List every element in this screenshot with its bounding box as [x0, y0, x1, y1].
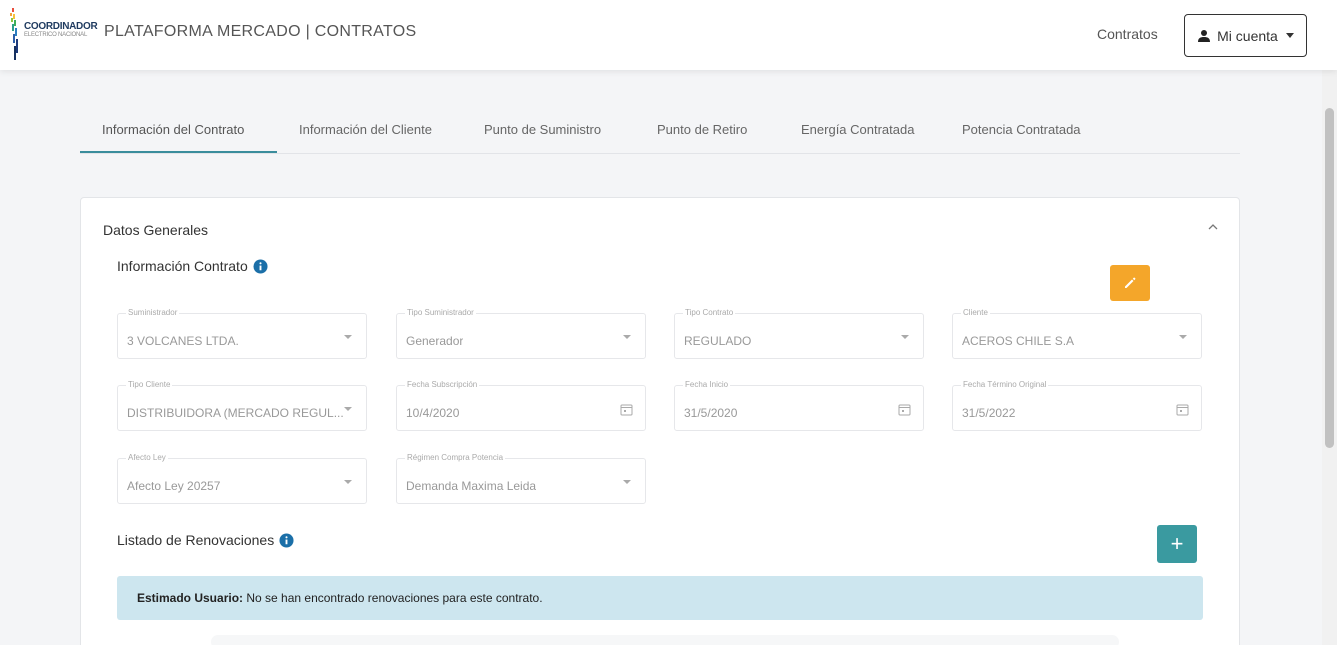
fecha-inicio-field[interactable]: Fecha Inicio 31/5/2020 [674, 380, 924, 431]
field-value: DISTRIBUIDORA (MERCADO REGUL... [127, 406, 344, 420]
logo-wordmark: COORDINADOR [24, 21, 98, 32]
no-renovaciones-alert: Estimado Usuario: No se han encontrado r… [117, 576, 1203, 620]
tab-energia-contratada[interactable]: Energía Contratada [801, 122, 914, 137]
field-value: 10/4/2020 [406, 406, 460, 420]
account-label: Mi cuenta [1217, 27, 1278, 44]
caret-down-icon [1179, 335, 1187, 339]
tab-punto-retiro[interactable]: Punto de Retiro [657, 122, 747, 137]
tipo-contrato-select[interactable]: Tipo Contrato REGULADO [674, 308, 924, 359]
card-title: Datos Generales [103, 222, 209, 238]
app-title: PLATAFORMA MERCADO | CONTRATOS [104, 23, 417, 40]
field-value: REGULADO [684, 334, 752, 348]
datos-generales-card: Datos Generales Información Contrato Sum… [80, 197, 1240, 645]
tab-informacion-cliente[interactable]: Información del Cliente [299, 122, 432, 137]
field-value: 31/5/2020 [684, 406, 738, 420]
caret-down-icon [623, 480, 631, 484]
caret-down-icon [623, 335, 631, 339]
calendar-icon[interactable] [1176, 403, 1189, 416]
field-label: Tipo Suministrador [405, 308, 476, 317]
calendar-icon[interactable] [898, 403, 911, 416]
fecha-subscripcion-field[interactable]: Fecha Subscripción 10/4/2020 [396, 380, 646, 431]
tab-punto-suministro[interactable]: Punto de Suministro [484, 122, 601, 137]
caret-down-icon [344, 480, 352, 484]
field-label: Afecto Ley [126, 453, 168, 462]
alert-text: No se han encontrado renovaciones para e… [243, 591, 543, 605]
fecha-termino-original-field[interactable]: Fecha Término Original 31/5/2022 [952, 380, 1202, 431]
info-icon[interactable] [279, 532, 294, 548]
field-label: Cliente [961, 308, 990, 317]
top-navbar: COORDINADOR ELECTRICO NACIONAL PLATAFORM… [0, 0, 1337, 70]
field-value: 31/5/2022 [962, 406, 1016, 420]
section-title-text: Listado de Renovaciones [117, 532, 275, 548]
caret-down-icon [344, 335, 352, 339]
field-label: Régimen Compra Potencia [405, 453, 506, 462]
caret-down-icon [1285, 33, 1294, 38]
field-label: Suministrador [126, 308, 180, 317]
field-label: Tipo Contrato [683, 308, 736, 317]
field-label: Tipo Cliente [126, 380, 173, 389]
nav-link-contratos[interactable]: Contratos [1097, 26, 1158, 42]
suministrador-select[interactable]: Suministrador 3 VOLCANES LTDA. [117, 308, 367, 359]
field-value: Demanda Maxima Leida [406, 479, 537, 493]
afecto-ley-select[interactable]: Afecto Ley Afecto Ley 20257 [117, 453, 367, 504]
caret-down-icon [901, 335, 909, 339]
scrollbar-thumb[interactable] [1325, 108, 1334, 448]
regimen-compra-potencia-select[interactable]: Régimen Compra Potencia Demanda Maxima L… [396, 453, 646, 504]
field-label: Fecha Subscripción [405, 380, 480, 389]
pencil-icon [1125, 277, 1136, 288]
chevron-up-icon[interactable] [1207, 222, 1219, 232]
active-tab-indicator [80, 151, 277, 153]
section-title-text: Información Contrato [117, 258, 248, 274]
account-menu-button[interactable]: Mi cuenta [1184, 14, 1307, 57]
section-informacion-contrato: Información Contrato [117, 258, 268, 274]
field-value: 3 VOLCANES LTDA. [127, 334, 239, 348]
tab-informacion-contrato[interactable]: Información del Contrato [102, 122, 244, 137]
table-placeholder [211, 635, 1119, 645]
tipo-cliente-select[interactable]: Tipo Cliente DISTRIBUIDORA (MERCADO REGU… [117, 380, 367, 431]
tipo-suministrador-select[interactable]: Tipo Suministrador Generador [396, 308, 646, 359]
field-label: Fecha Inicio [683, 380, 731, 389]
page-scrollbar[interactable] [1322, 70, 1337, 645]
plus-icon: + [1170, 531, 1184, 556]
alert-strong: Estimado Usuario: [137, 591, 244, 605]
calendar-icon[interactable] [620, 403, 633, 416]
cliente-select[interactable]: Cliente ACEROS CHILE S.A [952, 308, 1202, 359]
tab-potencia-contratada[interactable]: Potencia Contratada [962, 122, 1081, 137]
caret-down-icon [344, 407, 352, 411]
user-icon [1198, 29, 1211, 42]
section-listado-renovaciones: Listado de Renovaciones [117, 532, 294, 548]
add-renovacion-button[interactable]: + [1157, 525, 1197, 563]
field-value: Afecto Ley 20257 [127, 479, 221, 493]
field-label: Fecha Término Original [961, 380, 1049, 389]
info-icon[interactable] [253, 258, 268, 274]
contract-tabs: Información del Contrato Información del… [80, 110, 1240, 154]
field-value: ACEROS CHILE S.A [962, 334, 1075, 348]
field-value: Generador [406, 334, 464, 348]
logo-subtitle: ELECTRICO NACIONAL [24, 32, 88, 38]
edit-button[interactable] [1110, 265, 1150, 301]
